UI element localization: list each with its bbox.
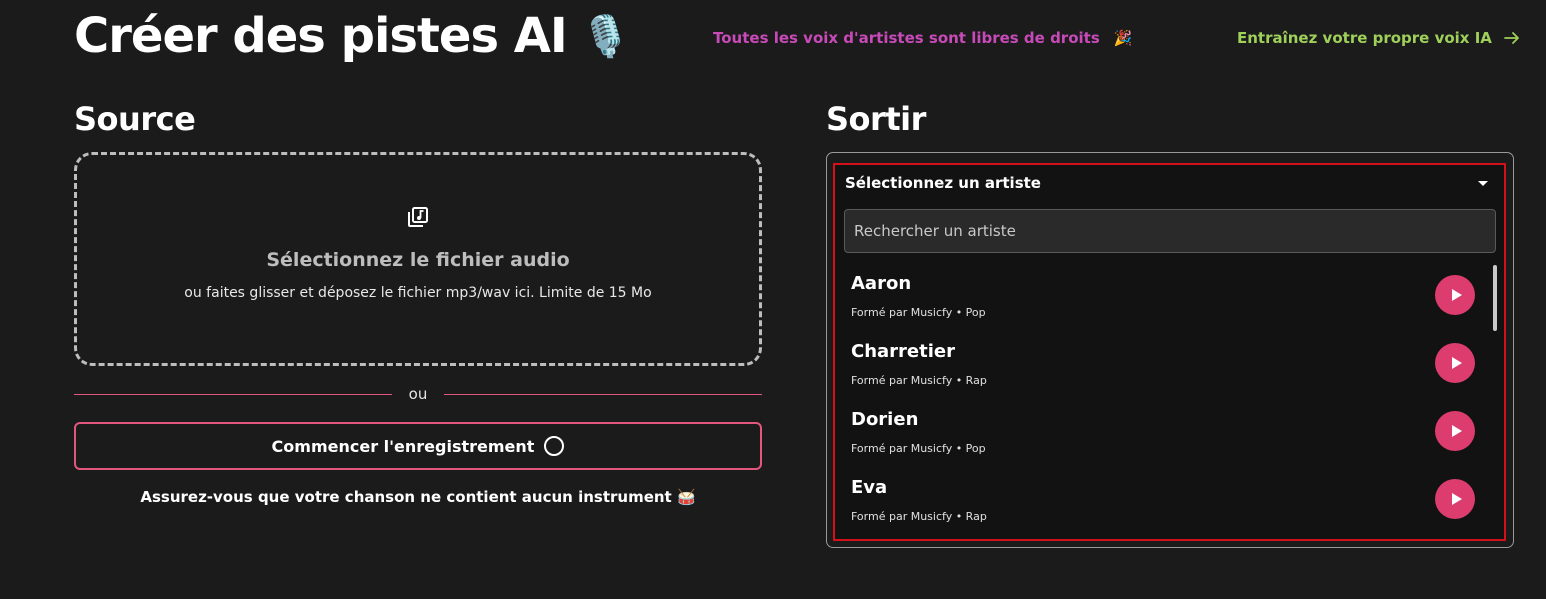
play-preview-button[interactable] [1435,479,1475,519]
no-instrument-note: Assurez-vous que votre chanson ne contie… [140,488,696,506]
arrow-right-icon [1503,32,1519,44]
page-title-text: Créer des pistes AI [74,8,568,64]
or-divider: ou [74,384,762,404]
microphone-icon: 🎙️ [580,13,631,60]
artist-meta: Formé par Musicfy • Pop [851,306,986,319]
train-voice-link[interactable]: Entraînez votre propre voix IA [1237,29,1520,47]
artist-meta: Formé par Musicfy • Pop [851,442,986,455]
play-icon [1451,425,1462,437]
artist-name: Dorien [851,409,919,430]
royalty-free-link-label: Toutes les voix d'artistes sont libres d… [713,29,1100,47]
artist-name: Aaron [851,273,912,294]
divider-line-right [444,393,762,395]
record-circle-icon [544,436,565,456]
artist-select-label: Sélectionnez un artiste [845,174,1041,192]
artist-search-input[interactable] [844,209,1496,253]
output-heading: Sortir [826,100,926,138]
play-icon [1451,289,1462,301]
artist-meta: Formé par Musicfy • Rap [851,374,987,387]
train-voice-link-label: Entraînez votre propre voix IA [1237,29,1492,47]
artist-item-dorien[interactable]: Dorien Formé par Musicfy • Pop [851,401,1481,461]
audio-dropzone[interactable]: Sélectionnez le fichier audio ou faites … [74,152,762,366]
artist-name: Eva [851,477,888,498]
caret-down-icon [1478,180,1488,186]
play-preview-button[interactable] [1435,275,1475,315]
divider-label: ou [408,385,428,403]
artist-item-charretier[interactable]: Charretier Formé par Musicfy • Rap [851,333,1481,393]
artist-item-aaron[interactable]: Aaron Formé par Musicfy • Pop [851,265,1481,325]
artist-list-scrollbar[interactable] [1493,265,1497,331]
artist-select-dropdown: Sélectionnez un artiste Aaron Formé par … [833,163,1506,541]
artist-item-eva[interactable]: Eva Formé par Musicfy • Rap [851,469,1481,529]
royalty-free-link[interactable]: Toutes les voix d'artistes sont libres d… [713,29,1132,47]
music-library-icon [408,207,428,227]
artist-name: Charretier [851,341,955,362]
artist-meta: Formé par Musicfy • Rap [851,510,987,523]
dropzone-title: Sélectionnez le fichier audio [266,249,570,271]
play-icon [1451,493,1462,505]
play-icon [1451,357,1462,369]
page-title: Créer des pistes AI 🎙️ [74,8,631,64]
divider-line-left [74,393,392,395]
play-preview-button[interactable] [1435,343,1475,383]
dropzone-subtitle: ou faites glisser et déposez le fichier … [184,285,652,301]
party-popper-icon: 🎉 [1113,29,1133,47]
start-recording-label: Commencer l'enregistrement [271,436,535,456]
play-preview-button[interactable] [1435,411,1475,451]
start-recording-button[interactable]: Commencer l'enregistrement [74,422,762,470]
source-heading: Source [74,100,196,138]
artist-list[interactable]: Aaron Formé par Musicfy • Pop Charretier… [835,265,1485,535]
artist-select-trigger[interactable]: Sélectionnez un artiste [845,173,1490,193]
